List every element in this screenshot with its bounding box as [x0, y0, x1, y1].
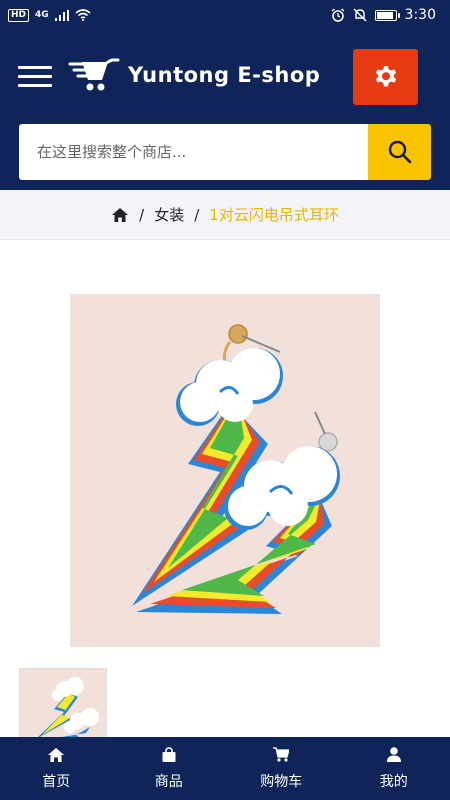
nav-profile[interactable]: 我的: [338, 737, 450, 800]
cart-logo-icon: [68, 58, 120, 91]
cart-icon: [273, 747, 290, 762]
user-icon: [386, 747, 401, 762]
mute-icon: [353, 8, 367, 22]
status-right: 3:30: [331, 7, 436, 23]
earrings-illustration: [70, 294, 380, 647]
nav-home-label: 首页: [42, 773, 71, 790]
hd-badge: HD: [8, 8, 30, 22]
nav-profile-label: 我的: [379, 773, 408, 790]
app-logo[interactable]: Yuntong E-shop: [68, 58, 320, 92]
settings-button[interactable]: [353, 49, 418, 105]
home-icon: [48, 747, 65, 762]
app-header: Yuntong E-shop: [0, 30, 450, 190]
thumbnail-illustration: [20, 669, 106, 737]
nav-products-label: 商品: [154, 773, 183, 790]
search-input[interactable]: [19, 124, 368, 180]
earrings-thumbnail[interactable]: [19, 668, 107, 738]
wifi-icon: [75, 9, 91, 21]
network-type: 4G: [35, 10, 49, 20]
breadcrumb-current: 1对云闪电吊式耳环: [209, 206, 339, 224]
bottom-nav: 首页 商品 购物车 我的: [0, 737, 450, 800]
alarm-icon: [331, 8, 344, 22]
nav-cart-label: 购物车: [260, 773, 303, 790]
search-button[interactable]: [368, 124, 431, 180]
home-icon[interactable]: [111, 207, 129, 223]
breadcrumb-separator: /: [194, 205, 200, 224]
nav-cart[interactable]: 购物车: [225, 737, 338, 800]
nav-home[interactable]: 首页: [0, 737, 113, 800]
status-left: HD 4G: [8, 8, 91, 22]
hamburger-icon[interactable]: [18, 66, 52, 88]
status-bar: HD 4G 3:30: [0, 0, 450, 30]
shopping-bag-icon: [162, 746, 176, 762]
breadcrumb-category[interactable]: 女装: [154, 204, 184, 225]
breadcrumb-separator: /: [139, 205, 145, 224]
earrings-image[interactable]: [70, 294, 380, 647]
battery-icon: [374, 9, 400, 21]
nav-products[interactable]: 商品: [113, 737, 226, 800]
signal-icon: [54, 9, 69, 21]
breadcrumb: / 女装 / 1对云闪电吊式耳环: [0, 190, 450, 240]
gear-icon: [375, 66, 396, 87]
search-icon: [388, 140, 411, 164]
status-time: 3:30: [404, 7, 436, 23]
app-name: Yuntong E-shop: [128, 63, 321, 87]
